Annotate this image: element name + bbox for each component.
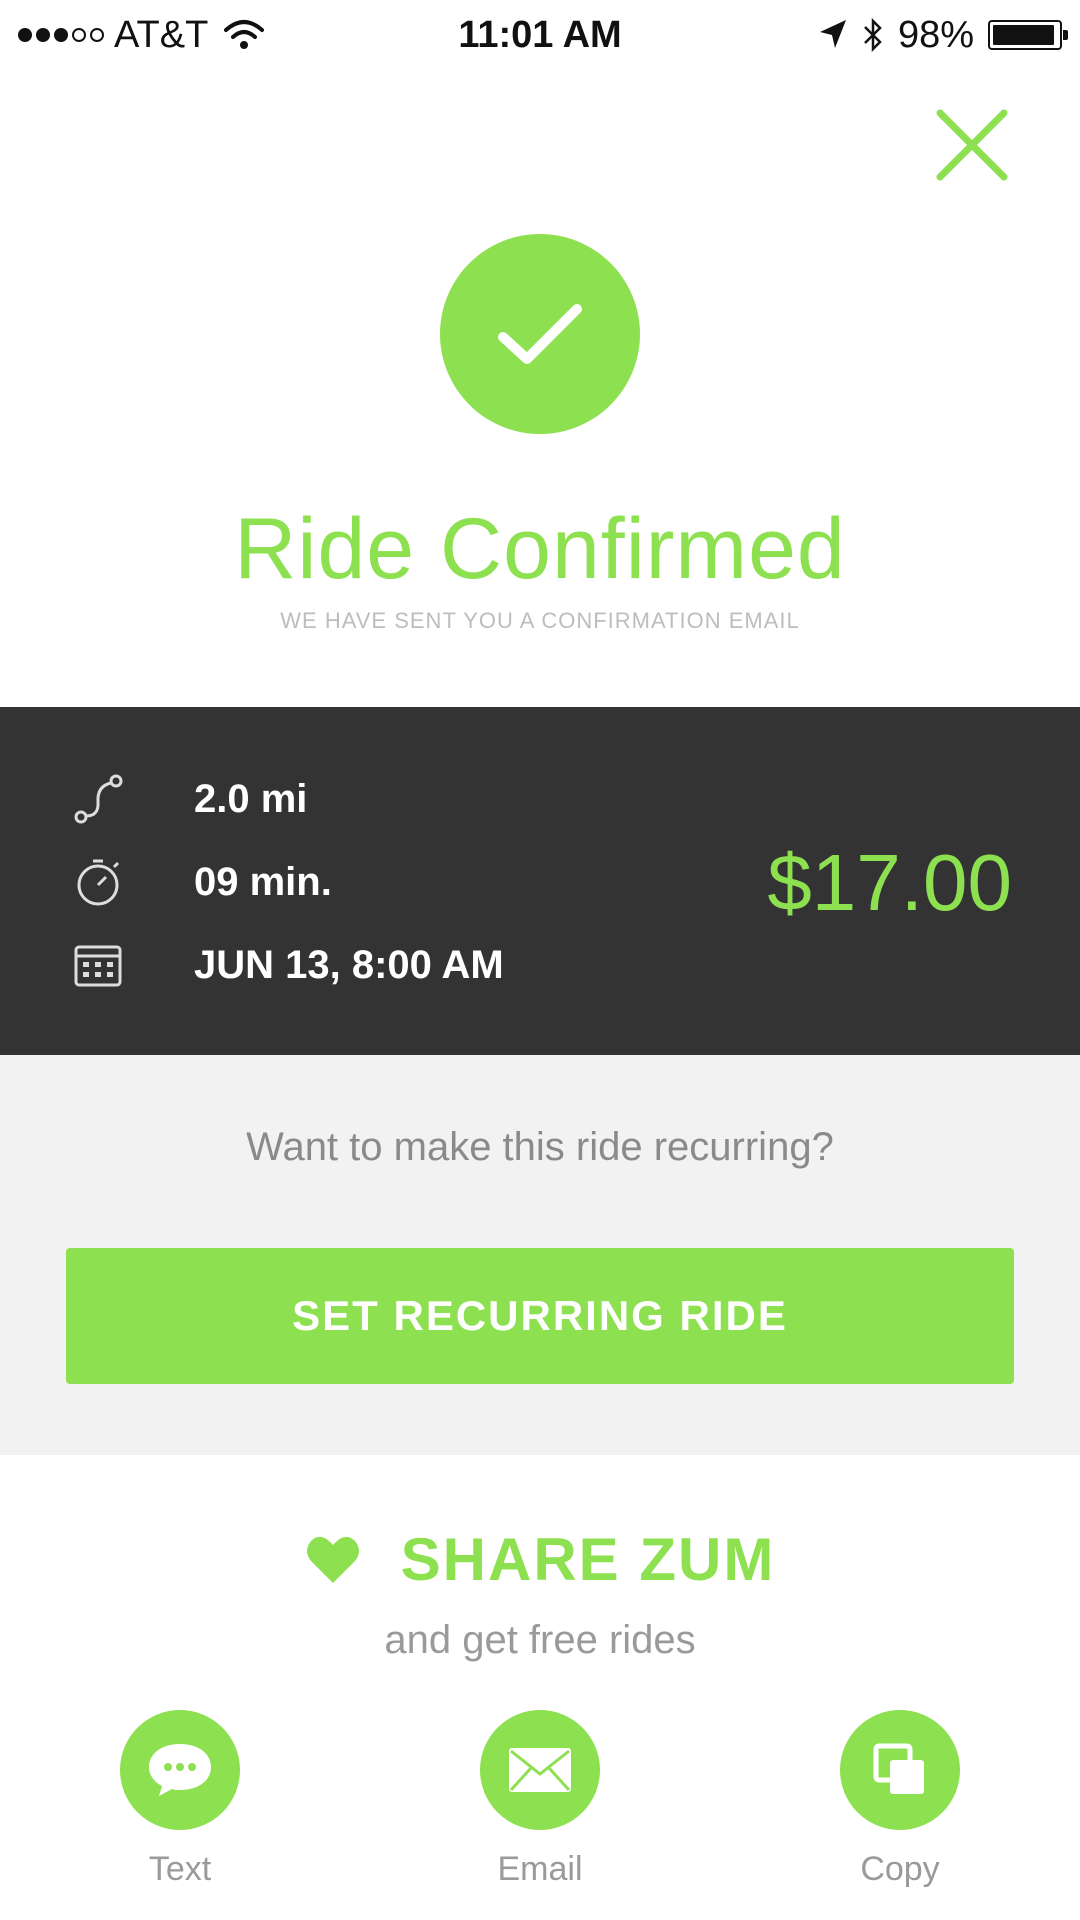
- bluetooth-icon: [864, 17, 882, 53]
- duration-value: 09 min.: [194, 859, 332, 904]
- share-title: SHARE ZUM: [400, 1525, 776, 1593]
- recurring-question: Want to make this ride recurring?: [246, 1125, 834, 1169]
- share-text-circle: [120, 1710, 240, 1830]
- share-text-button[interactable]: Text: [100, 1710, 260, 1889]
- route-icon: [70, 771, 126, 827]
- price-value: $17.00: [767, 838, 1012, 927]
- datetime-row: JUN 13, 8:00 AM: [70, 935, 504, 995]
- ride-summary-panel: 2.0 mi 09 min. JUN 13, 8:00 AM $17.00: [0, 707, 1080, 1055]
- share-header: SHARE ZUM: [0, 1523, 1080, 1595]
- envelope-icon: [509, 1748, 571, 1792]
- success-badge: [440, 234, 640, 434]
- share-email-circle: [480, 1710, 600, 1830]
- distance-value: 2.0 mi: [194, 776, 308, 821]
- status-bar: AT&T 11:01 AM 98%: [0, 0, 1080, 70]
- share-email-label: Email: [497, 1850, 583, 1888]
- battery-percentage: 98%: [897, 13, 974, 56]
- share-email-button[interactable]: Email: [460, 1710, 620, 1889]
- page-title: Ride Confirmed: [234, 501, 846, 597]
- copy-icon: [873, 1743, 924, 1794]
- set-recurring-ride-button[interactable]: SET RECURRING RIDE: [66, 1248, 1014, 1384]
- heart-icon: [306, 1536, 359, 1583]
- checkmark-icon: [498, 304, 582, 364]
- datetime-value: JUN 13, 8:00 AM: [194, 942, 504, 987]
- close-button[interactable]: [932, 105, 1012, 185]
- location-arrow-icon: [819, 20, 846, 48]
- recurring-section: Want to make this ride recurring? SET RE…: [0, 1055, 1080, 1455]
- share-text-label: Text: [148, 1850, 212, 1888]
- share-copy-button[interactable]: Copy: [820, 1710, 980, 1889]
- distance-row: 2.0 mi: [70, 769, 307, 829]
- chat-bubble-icon: [149, 1744, 211, 1796]
- share-subtitle: and get free rides: [384, 1618, 696, 1662]
- share-copy-circle: [840, 1710, 960, 1830]
- share-copy-label: Copy: [860, 1850, 940, 1888]
- duration-row: 09 min.: [70, 852, 332, 912]
- battery-icon: [988, 20, 1068, 50]
- status-bar-right: 98%: [818, 10, 1068, 60]
- stopwatch-icon: [70, 854, 126, 910]
- calendar-icon: [70, 937, 126, 993]
- close-icon: [936, 109, 1008, 181]
- confirmation-subtitle: WE HAVE SENT YOU A CONFIRMATION EMAIL: [280, 608, 800, 633]
